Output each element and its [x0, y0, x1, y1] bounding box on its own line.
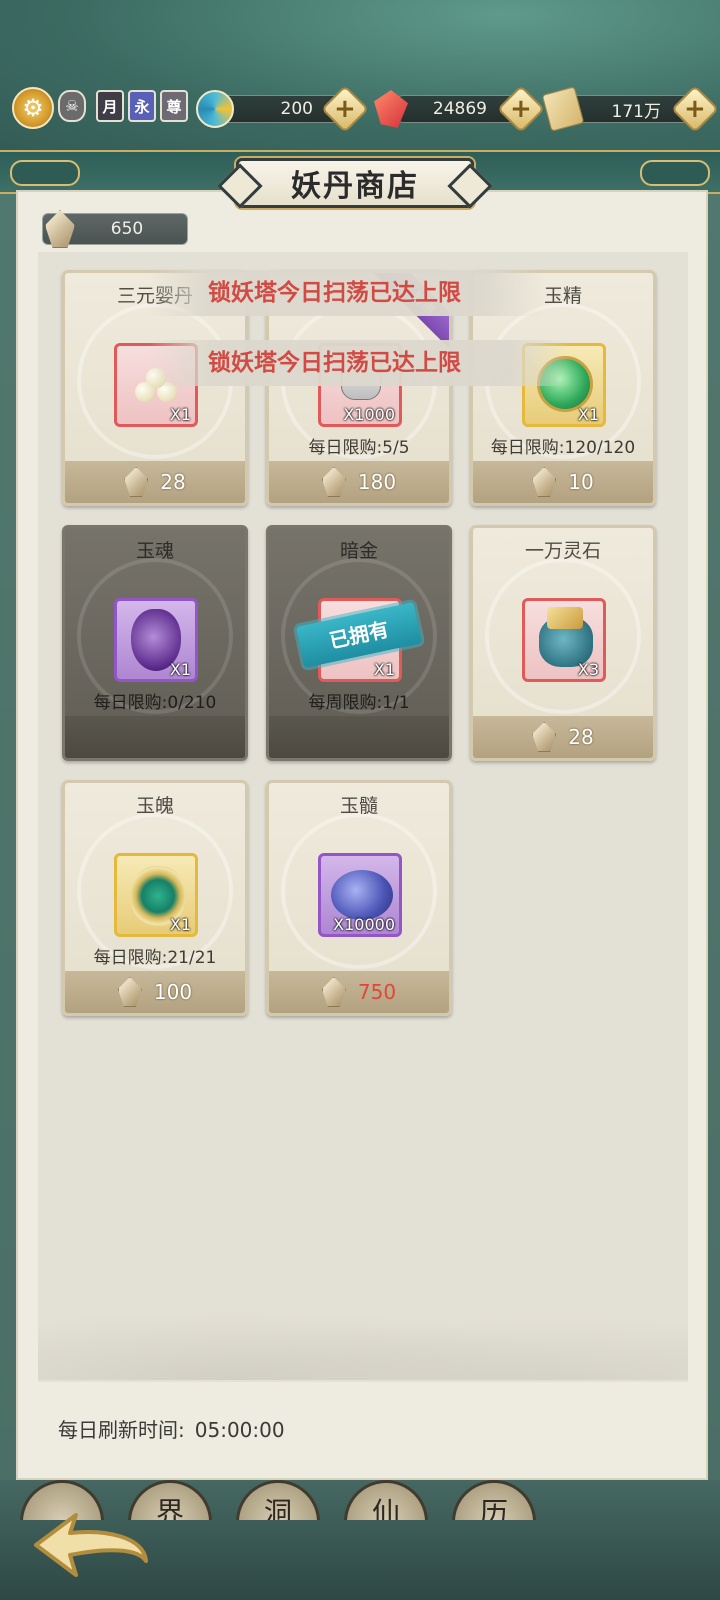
resource-bar: ⚙ ☠ 月 永 尊 200 + 24869 + 171万 + [0, 84, 720, 134]
purchase-limit: 每日限购:5/5 [308, 438, 410, 458]
soul-gem-icon: X1 [114, 598, 198, 682]
dan-gem-icon [532, 722, 557, 752]
item-quantity: X1 [169, 915, 191, 934]
scroll-icon [541, 86, 585, 132]
vip-card-icon[interactable]: 尊 [160, 90, 188, 122]
refresh-time: 05:00:00 [194, 1418, 285, 1442]
monthly-card-icon[interactable]: 月 [96, 90, 124, 122]
buy-price-button[interactable]: 180 [269, 461, 449, 503]
purchase-limit: 每周限购:1/1 [308, 693, 410, 713]
dan-gem-icon [124, 467, 149, 497]
buy-price-button[interactable]: 10 [473, 461, 653, 503]
blue-stone-icon: X10000 [318, 853, 402, 937]
item-quantity: X1 [169, 405, 191, 424]
settings-gear-icon[interactable]: ⚙ [12, 87, 54, 129]
spirit-stone-pouch-icon: X3 [522, 598, 606, 682]
item-quantity: X1 [169, 660, 191, 679]
buy-price-button[interactable]: 28 [473, 716, 653, 758]
mountain-mist-decoration [38, 1300, 688, 1380]
purchase-limit: 每日限购:0/210 [93, 693, 217, 713]
purchase-limit: 每日限购:120/120 [490, 438, 636, 458]
item-price: 28 [160, 470, 186, 494]
item-price: 180 [357, 470, 397, 494]
dan-gem-icon [321, 977, 346, 1007]
item-name: 玉魂 [135, 540, 174, 562]
add-resource-2-button[interactable]: + [496, 84, 546, 134]
shop-item-card[interactable]: 玉魄 X1 每日限购:21/21 100 [62, 780, 248, 1016]
permanent-card-icon[interactable]: 永 [128, 90, 156, 122]
dan-gem-icon [45, 210, 75, 248]
dan-gem-icon [117, 977, 142, 1007]
item-name: 暗金 [339, 540, 378, 562]
back-arrow-icon [34, 1513, 148, 1577]
back-button[interactable] [26, 1505, 156, 1585]
frame-ornament-left [10, 160, 80, 186]
swirl-currency-icon [196, 90, 234, 128]
item-price: 750 [357, 980, 397, 1004]
skull-badge-icon[interactable]: ☠ [58, 90, 86, 122]
purchase-limit: 每日限购:21/21 [93, 948, 217, 968]
shop-item-card-owned[interactable]: 暗金 X1 已拥有 每周限购:1/1 [266, 525, 452, 761]
item-quantity: X10000 [333, 915, 395, 934]
price-bar-disabled [269, 716, 449, 758]
refresh-timer: 每日刷新时间: 05:00:00 [58, 1414, 285, 1443]
nav-button-cave[interactable]: 洞 [236, 1480, 320, 1520]
buy-price-button[interactable]: 750 [269, 971, 449, 1013]
jade-pendant-icon: X1 [114, 853, 198, 937]
item-price: 100 [153, 980, 193, 1004]
shop-title: 妖丹商店 [236, 158, 474, 208]
buy-price-button[interactable]: 100 [65, 971, 245, 1013]
shop-item-card[interactable]: 一万灵石 X3 28 [470, 525, 656, 761]
item-quantity: X1 [373, 660, 395, 679]
nav-button-immortal[interactable]: 仙 [344, 1480, 428, 1520]
toast-message: 锁妖塔今日扫荡已达上限 [148, 340, 572, 386]
item-price: 28 [568, 725, 594, 749]
shop-item-card[interactable]: 玉髓 X10000 750 [266, 780, 452, 1016]
item-name: 玉魄 [135, 795, 174, 817]
balance-value: 650 [110, 219, 144, 239]
item-name: 玉髓 [339, 795, 378, 817]
dan-gem-icon [532, 467, 557, 497]
shop-item-card-sold-out[interactable]: 玉魂 X1 每日限购:0/210 [62, 525, 248, 761]
add-resource-3-button[interactable]: + [670, 84, 720, 134]
frame-ornament-right [640, 160, 710, 186]
item-quantity: X1 [577, 405, 599, 424]
item-name: 一万灵石 [524, 540, 601, 562]
dan-gem-icon [321, 467, 346, 497]
item-quantity: X1000 [343, 405, 395, 424]
price-bar-disabled [65, 716, 245, 758]
toast-message: 锁妖塔今日扫荡已达上限 [148, 270, 544, 316]
item-quantity: X3 [577, 660, 599, 679]
item-price: 10 [568, 470, 594, 494]
buy-price-button[interactable]: 28 [65, 461, 245, 503]
refresh-label: 每日刷新时间: [58, 1418, 185, 1442]
add-resource-1-button[interactable]: + [320, 84, 370, 134]
currency-balance: 650 [42, 210, 188, 248]
nav-button-trial[interactable]: 历 [452, 1480, 536, 1520]
